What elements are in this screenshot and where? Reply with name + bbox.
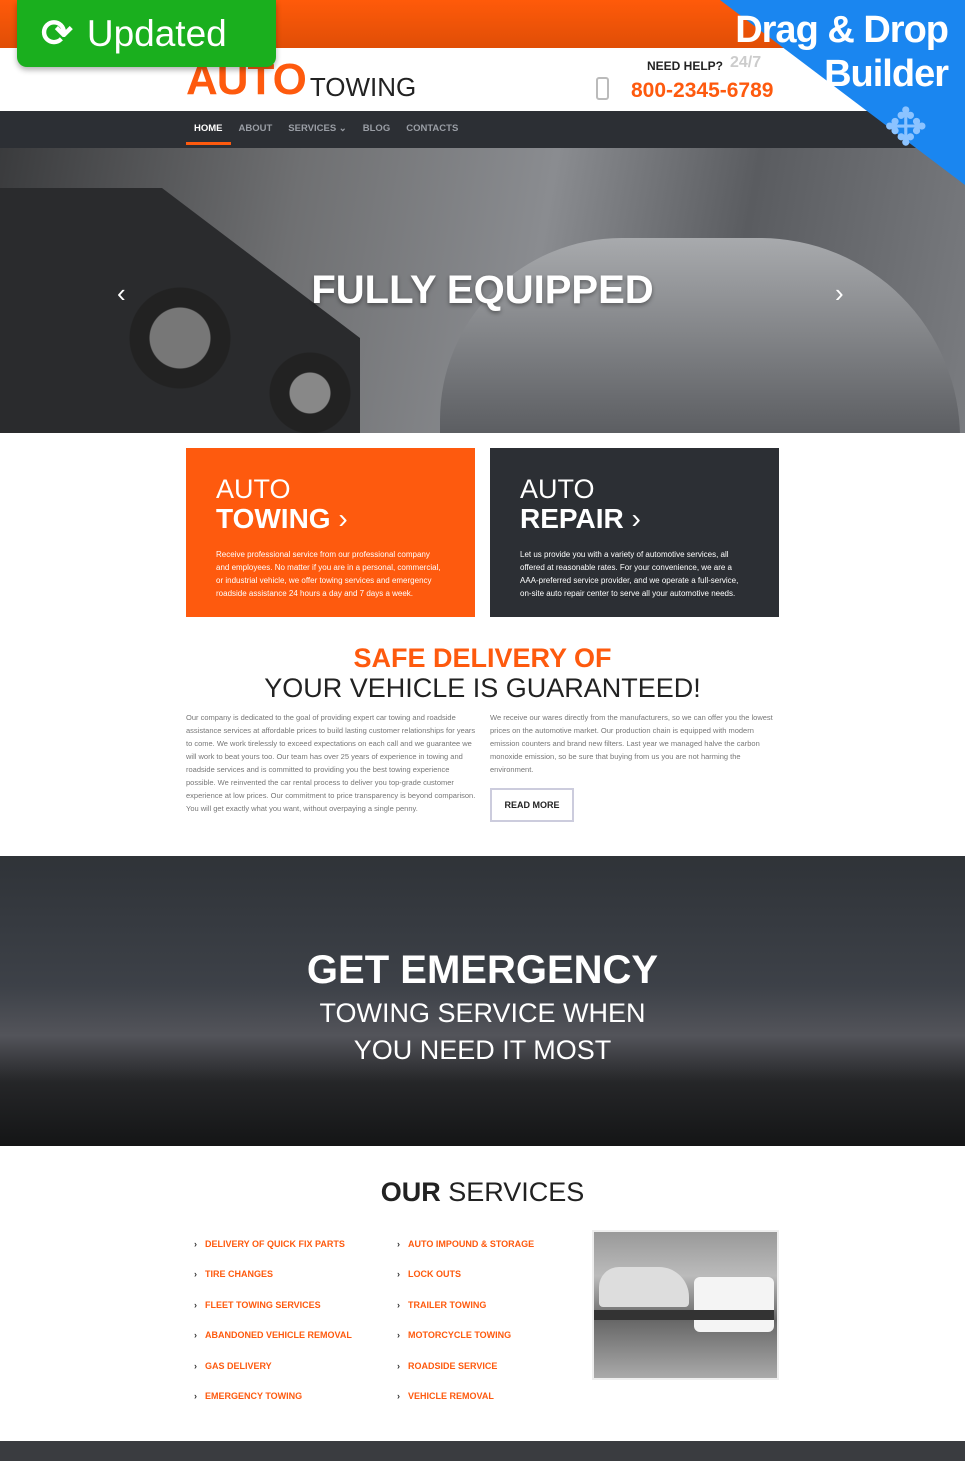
chevron-right-icon: › [631, 503, 641, 534]
about-heading: SAFE DELIVERY OF YOUR VEHICLE IS GUARANT… [0, 643, 965, 703]
service-link[interactable]: › VEHICLE REMOVAL [397, 1391, 494, 1401]
service-link[interactable]: › EMERGENCY TOWING [194, 1391, 302, 1401]
updated-label: Updated [86, 12, 227, 54]
nav-blog[interactable]: BLOG [355, 111, 398, 148]
services-tow-truck-image [592, 1230, 779, 1380]
builder-promo-text: Drag & Drop Builder [735, 8, 949, 96]
emergency-line1: TOWING SERVICE WHEN [319, 998, 646, 1028]
updated-badge: ⟳ Updated [17, 0, 276, 67]
read-more-button[interactable]: READ MORE [490, 788, 574, 822]
hero-title: FULLY EQUIPPED [311, 268, 654, 312]
chevron-right-icon: › [194, 1330, 197, 1341]
main-nav: HOME ABOUT SERVICES ⌄ BLOG CONTACTS [0, 111, 965, 148]
chevron-right-icon: › [397, 1269, 400, 1280]
service-label: DELIVERY OF QUICK FIX PARTS [205, 1239, 345, 1249]
service-label: TIRE CHANGES [205, 1269, 274, 1280]
nav-services-label: SERVICES [288, 123, 337, 134]
service-label: EMERGENCY TOWING [205, 1391, 303, 1401]
about-title-accent: SAFE DELIVERY OF [353, 643, 612, 673]
chevron-right-icon: › [397, 1330, 400, 1341]
chevron-right-icon: › [194, 1299, 197, 1310]
service-label: ABANDONED VEHICLE REMOVAL [205, 1330, 352, 1341]
box-line1: AUTO [216, 474, 291, 504]
service-link[interactable]: › DELIVERY OF QUICK FIX PARTS [194, 1239, 345, 1249]
services-title-rest: SERVICES [448, 1177, 585, 1207]
box-line1: AUTO [520, 474, 595, 504]
emergency-line2: YOU NEED IT MOST [353, 1035, 612, 1065]
service-link[interactable]: › ROADSIDE SERVICE [397, 1361, 497, 1371]
box-title: TOWING [216, 503, 331, 534]
refresh-icon: ⟳ [41, 13, 73, 55]
logo-towing: TOWING [309, 72, 417, 102]
service-link[interactable]: › AUTO IMPOUND & STORAGE [397, 1239, 534, 1249]
service-label: ROADSIDE SERVICE [408, 1360, 498, 1371]
box-text: Receive professional service from our pr… [216, 550, 441, 598]
service-link[interactable]: › TIRE CHANGES [194, 1269, 273, 1279]
about-text-left: Our company is dedicated to the goal of … [186, 713, 476, 813]
service-link[interactable]: › LOCK OUTS [397, 1269, 461, 1279]
service-label: FLEET TOWING SERVICES [205, 1299, 321, 1310]
box-text: Let us provide you with a variety of aut… [520, 550, 739, 598]
promo-line1: Drag & Drop [735, 9, 949, 51]
auto-repair-box[interactable]: AUTO REPAIR › Let us provide you with a … [490, 448, 779, 617]
service-link[interactable]: › TRAILER TOWING [397, 1300, 486, 1310]
nav-home[interactable]: HOME [186, 111, 231, 148]
chevron-down-icon: ⌄ [338, 123, 347, 134]
chevron-right-icon: › [397, 1391, 400, 1401]
chevron-right-icon: › [397, 1299, 400, 1310]
move-arrows-icon: ✥ [884, 99, 928, 157]
box-title: REPAIR [520, 503, 624, 534]
nav-contacts[interactable]: CONTACTS [398, 111, 466, 148]
service-link[interactable]: › ABANDONED VEHICLE REMOVAL [194, 1330, 352, 1340]
services-title: OUR SERVICES [0, 1177, 965, 1208]
service-label: LOCK OUTS [408, 1269, 461, 1280]
slider-next-icon[interactable]: › [835, 278, 844, 309]
emergency-banner: GET EMERGENCY TOWING SERVICE WHEN YOU NE… [0, 856, 965, 1146]
chevron-right-icon: › [194, 1391, 197, 1401]
service-label: AUTO IMPOUND & STORAGE [408, 1239, 535, 1249]
service-label: VEHICLE REMOVAL [408, 1391, 494, 1401]
chevron-right-icon: › [397, 1239, 400, 1249]
services-title-bold: OUR [380, 1177, 441, 1207]
service-link[interactable]: › MOTORCYCLE TOWING [397, 1330, 511, 1340]
auto-towing-box[interactable]: AUTO TOWING › Receive professional servi… [186, 448, 475, 617]
chevron-right-icon: › [194, 1239, 197, 1249]
chevron-right-icon: › [397, 1360, 400, 1371]
chevron-right-icon: › [194, 1269, 197, 1280]
service-label: TRAILER TOWING [408, 1299, 487, 1310]
chevron-right-icon: › [338, 503, 348, 534]
service-label: MOTORCYCLE TOWING [408, 1330, 512, 1341]
slider-prev-icon[interactable]: ‹ [117, 278, 126, 309]
box-line2: REPAIR › [520, 504, 749, 534]
about-text-right: We receive our wares directly from the m… [490, 713, 773, 774]
service-link[interactable]: › FLEET TOWING SERVICES [194, 1300, 321, 1310]
hero-slider: FULLY EQUIPPED ‹ › [0, 148, 965, 433]
chevron-right-icon: › [194, 1360, 197, 1371]
promo-line2: Builder [824, 53, 949, 95]
need-help-label: NEED HELP? [647, 59, 724, 73]
service-label: GAS DELIVERY [205, 1360, 272, 1371]
phone-icon [596, 77, 609, 100]
service-link[interactable]: › GAS DELIVERY [194, 1361, 272, 1371]
about-title-rest: YOUR VEHICLE IS GUARANTEED! [264, 673, 701, 703]
nav-services[interactable]: SERVICES ⌄ [280, 111, 354, 148]
emergency-title: GET EMERGENCY [306, 948, 659, 992]
box-line2: TOWING › [216, 504, 445, 534]
footer-strip [0, 1441, 965, 1461]
nav-about[interactable]: ABOUT [231, 111, 281, 148]
